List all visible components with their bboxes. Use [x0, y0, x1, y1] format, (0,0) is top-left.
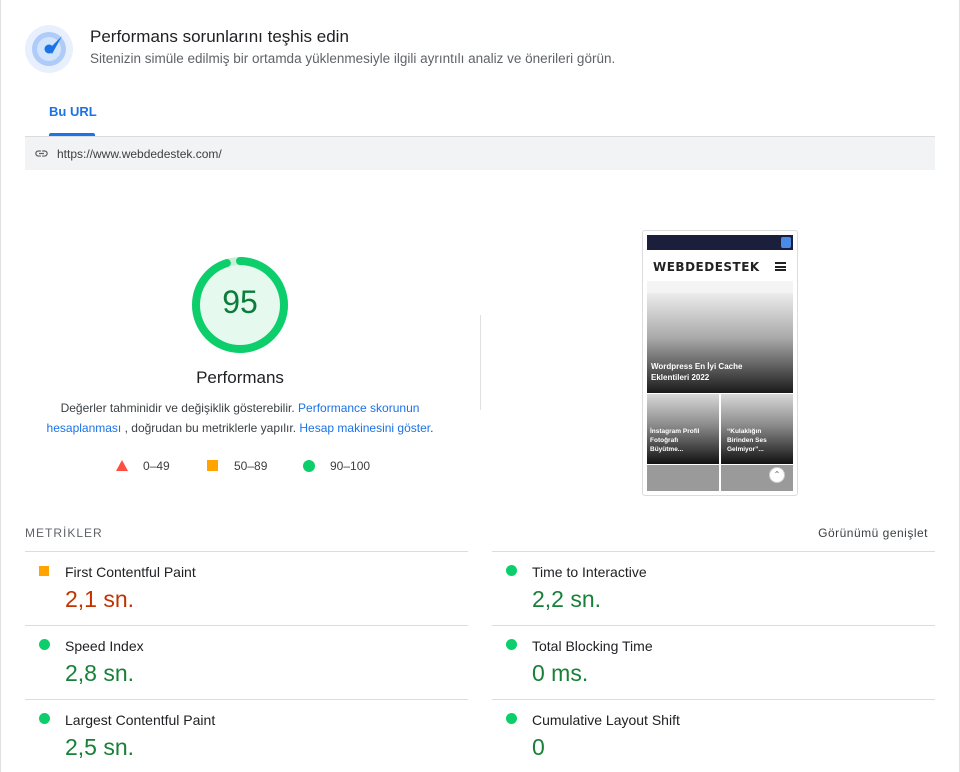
metric-largest-contentful-paint: Largest Contentful Paint 2,5 sn. [25, 700, 468, 772]
metric-value: 2,5 sn. [65, 734, 135, 760]
performance-score-label: Performans [196, 368, 284, 387]
lighthouse-gauge-icon [25, 25, 73, 73]
thumb-scroll-up-icon: ⌃ [769, 467, 785, 483]
legend-label-poor: 0–49 [143, 459, 170, 473]
metric-cumulative-layout-shift: Cumulative Layout Shift 0 [492, 700, 935, 772]
score-description: Değerler tahminidir ve değişiklik göster… [40, 398, 440, 438]
thumb-hero-title: Wordpress En İyi Cache Eklentileri 2022 [651, 362, 743, 382]
legend-item-average: 50–89 [207, 458, 287, 474]
thumb-card-1-title: İnstagram Profil Fotoğrafı Büyütme... [650, 428, 700, 453]
metric-name: Speed Index [65, 638, 144, 654]
description-text-2: , doğrudan bu metriklerle yapılır. [124, 421, 297, 435]
legend-item-poor: 0–49 [116, 458, 186, 474]
square-icon [207, 460, 218, 471]
url-bar: https://www.webdedestek.com/ [25, 137, 935, 170]
metric-value: 2,1 sn. [65, 586, 135, 612]
description-text-3: . [430, 421, 434, 435]
thumb-separator [647, 281, 793, 293]
triangle-icon [116, 460, 128, 471]
circle-icon [39, 639, 50, 650]
metric-name: First Contentful Paint [65, 564, 196, 580]
metric-speed-index: Speed Index 2,8 sn. [25, 626, 468, 699]
circle-icon [506, 639, 517, 650]
circle-icon [303, 460, 315, 472]
page-screenshot-thumbnail: WEBDEDESTEK Wordpress En İyi Cache Eklen… [642, 230, 798, 496]
metric-value: 0 ms. [532, 660, 589, 686]
metric-name: Time to Interactive [532, 564, 647, 580]
thumb-menu-icon [775, 262, 786, 271]
metric-name: Largest Contentful Paint [65, 712, 216, 728]
metric-name: Total Blocking Time [532, 638, 653, 654]
performance-score-value: 95 [222, 284, 258, 320]
vertical-divider [480, 315, 481, 410]
expand-view-toggle[interactable]: Görünümü genişlet [818, 526, 928, 540]
metric-total-blocking-time: Total Blocking Time 0 ms. [492, 626, 935, 699]
metric-value: 0 [532, 734, 545, 760]
metric-first-contentful-paint: First Contentful Paint 2,1 sn. [25, 552, 468, 625]
page-subtitle: Sitenizin simüle edilmiş bir ortamda yük… [90, 51, 616, 66]
thumb-badge-icon [781, 237, 791, 248]
metrics-heading: METRİKLER [25, 526, 103, 540]
thumb-card-3 [647, 465, 719, 491]
link-icon [35, 150, 48, 157]
thumb-site-logo: WEBDEDESTEK [653, 260, 760, 274]
metric-time-to-interactive: Time to Interactive 2,2 sn. [492, 552, 935, 625]
calculator-link[interactable]: Hesap makinesini göster [299, 421, 430, 435]
square-icon [39, 566, 49, 576]
metric-value: 2,8 sn. [65, 660, 135, 686]
circle-icon [39, 713, 50, 724]
metric-value: 2,2 sn. [532, 586, 602, 612]
legend-label-good: 90–100 [330, 459, 371, 473]
analyzed-url[interactable]: https://www.webdedestek.com/ [57, 147, 222, 161]
circle-icon [506, 565, 517, 576]
metric-name: Cumulative Layout Shift [532, 712, 680, 728]
circle-icon [506, 713, 517, 724]
page-title: Performans sorunlarını teşhis edin [90, 27, 349, 46]
thumb-card-2-title: “Kulaklığın Birinden Ses Gelmiyor”... [727, 428, 767, 453]
legend-label-average: 50–89 [234, 459, 268, 473]
thumb-top-bar [647, 235, 793, 250]
legend-item-good: 90–100 [303, 458, 393, 474]
description-text-1: Değerler tahminidir ve değişiklik göster… [60, 401, 295, 415]
tab-this-url[interactable]: Bu URL [49, 104, 97, 119]
